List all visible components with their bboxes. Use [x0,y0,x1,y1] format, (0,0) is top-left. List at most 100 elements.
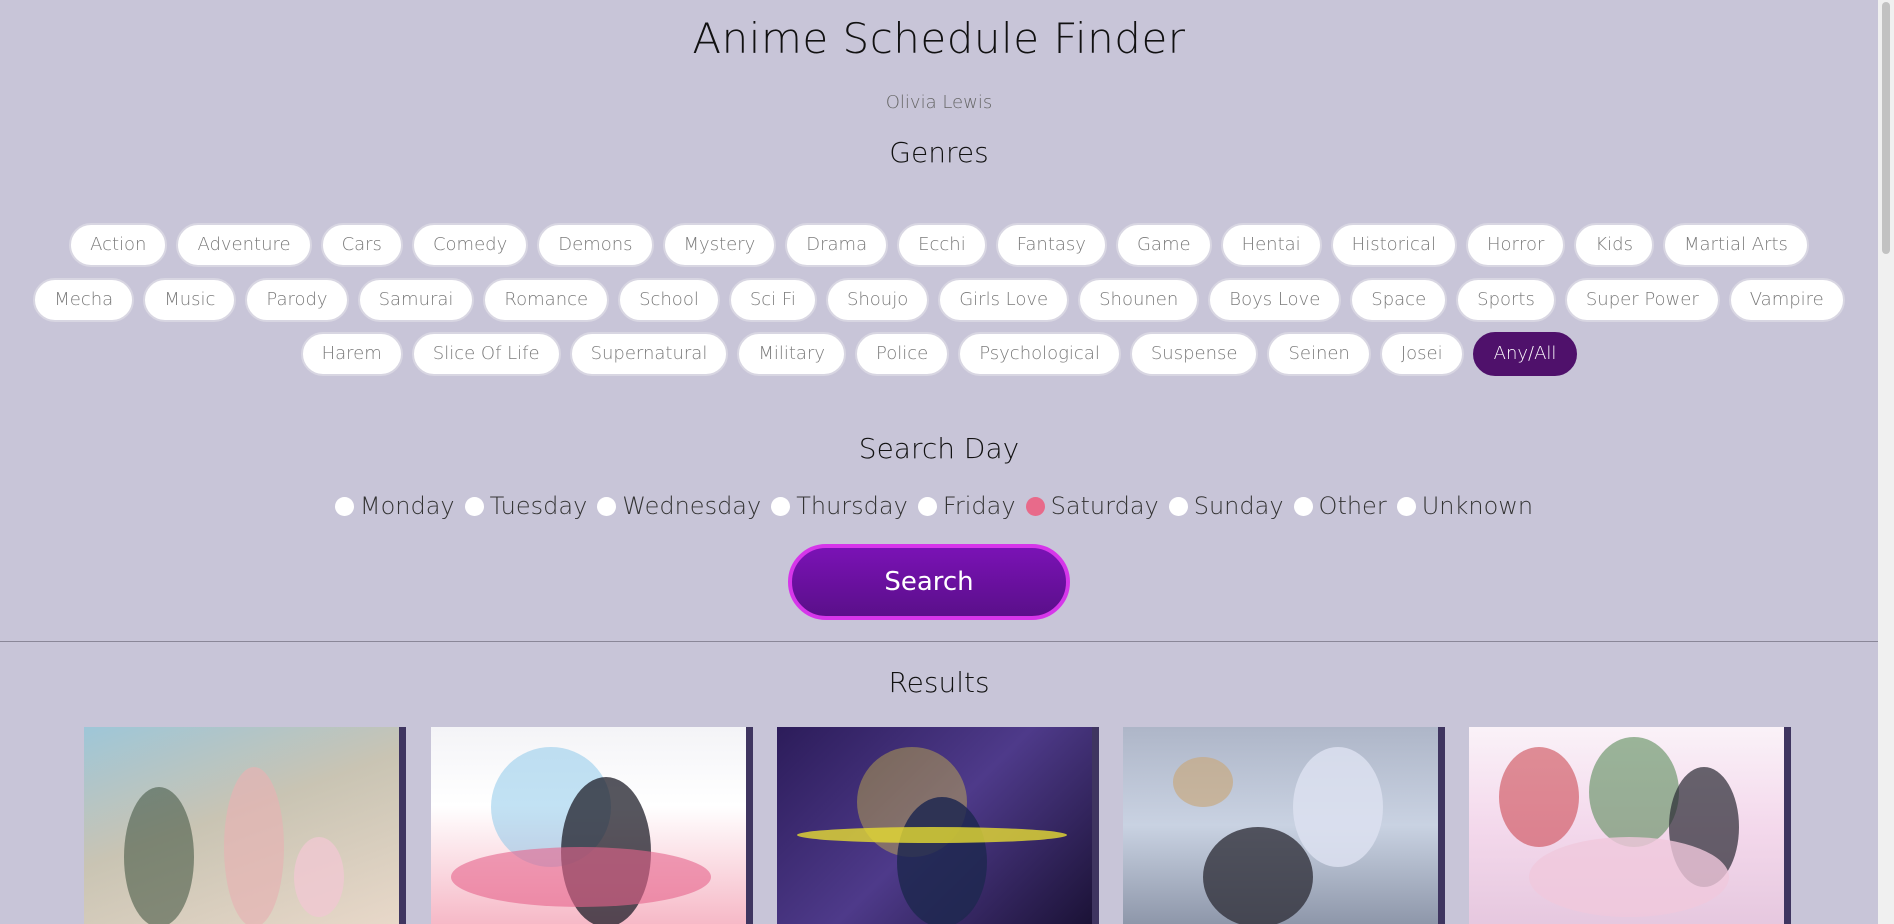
radio-button[interactable] [1293,496,1313,516]
result-card[interactable] [1123,727,1445,924]
results-grid [84,727,1796,924]
poster-art-shape [294,837,344,917]
day-option-other[interactable]: Other [1293,492,1387,520]
day-label: Other [1318,492,1387,520]
poster-art-shape [224,767,284,924]
genre-chip-horror[interactable]: Horror [1466,223,1566,267]
genre-chip-any-all[interactable]: Any/All [1472,332,1578,376]
poster-art-shape [1203,827,1313,924]
divider [0,641,1878,642]
genre-chip-cars[interactable]: Cars [320,223,403,267]
search-button[interactable]: Search [788,544,1070,620]
genre-chip-mecha[interactable]: Mecha [33,278,135,322]
genre-chip-demons[interactable]: Demons [537,223,654,267]
radio-button[interactable] [464,496,484,516]
genre-row-1: Action Adventure Cars Comedy Demons Mystery Dr… [0,223,1878,267]
anime-poster-image[interactable] [1123,727,1438,924]
result-card[interactable] [431,727,753,924]
anime-poster-image[interactable] [431,727,746,924]
day-radio-group: Monday Tuesday Wednesday Thursday Friday Satu… [0,492,1878,520]
genres-heading: Genres [889,136,989,169]
radio-button[interactable] [597,496,617,516]
genre-chip-girls-love[interactable]: Girls Love [938,278,1070,322]
anime-poster-image[interactable] [84,727,399,924]
genre-chip-police[interactable]: Police [855,332,950,376]
day-option-tuesday[interactable]: Tuesday [464,492,588,520]
poster-art-shape [897,797,987,924]
genre-chip-josei[interactable]: Josei [1379,332,1464,376]
search-day-heading: Search Day [858,432,1020,465]
day-option-sunday[interactable]: Sunday [1168,492,1284,520]
radio-button[interactable] [1396,496,1416,516]
genre-chip-vampire[interactable]: Vampire [1728,278,1845,322]
poster-art-shape [124,787,194,924]
anime-poster-image[interactable] [777,727,1092,924]
anime-poster-image[interactable] [1469,727,1784,924]
genre-chip-mystery[interactable]: Mystery [662,223,777,267]
scrollbar-thumb[interactable] [1882,2,1890,254]
result-card[interactable] [777,727,1099,924]
day-label: Wednesday [622,492,762,520]
genre-chip-kids[interactable]: Kids [1574,223,1654,267]
poster-art-shape [451,847,711,907]
radio-button[interactable] [917,496,937,516]
day-option-monday[interactable]: Monday [334,492,455,520]
genre-chip-boys-love[interactable]: Boys Love [1208,278,1342,322]
genre-chip-shounen[interactable]: Shounen [1078,278,1200,322]
genre-chip-adventure[interactable]: Adventure [176,223,312,267]
genre-chip-suspense[interactable]: Suspense [1129,332,1259,376]
day-option-saturday[interactable]: Saturday [1025,492,1159,520]
day-label: Sunday [1193,492,1284,520]
genre-chip-slice-of-life[interactable]: Slice Of Life [411,332,561,376]
poster-art-shape [1529,837,1729,917]
radio-button[interactable] [334,496,354,516]
genre-chip-super-power[interactable]: Super Power [1564,278,1720,322]
genre-chip-harem[interactable]: Harem [300,332,403,376]
radio-button[interactable] [1025,496,1045,516]
page: Anime Schedule Finder Olivia Lewis Genre… [0,0,1878,924]
day-label: Thursday [796,492,908,520]
results-heading: Results [888,666,990,699]
genre-chip-fantasy[interactable]: Fantasy [995,223,1107,267]
day-label: Unknown [1421,492,1534,520]
vertical-scrollbar[interactable] [1878,0,1894,924]
genre-chip-romance[interactable]: Romance [483,278,610,322]
genre-chip-drama[interactable]: Drama [785,223,889,267]
radio-button[interactable] [771,496,791,516]
result-card[interactable] [1469,727,1791,924]
genre-chip-comedy[interactable]: Comedy [411,223,529,267]
genre-chip-psychological[interactable]: Psychological [958,332,1121,376]
day-label: Saturday [1050,492,1159,520]
day-option-friday[interactable]: Friday [917,492,1016,520]
genre-row-2: Mecha Music Parody Samurai Romance School Sci … [0,278,1878,322]
genre-chip-seinen[interactable]: Seinen [1267,332,1371,376]
genre-row-3: Harem Slice Of Life Supernatural Military Po… [0,332,1878,376]
genre-chip-ecchi[interactable]: Ecchi [897,223,987,267]
genre-chip-space[interactable]: Space [1350,278,1448,322]
genre-chip-action[interactable]: Action [69,223,168,267]
genre-chip-sci-fi[interactable]: Sci Fi [728,278,817,322]
genre-chip-music[interactable]: Music [143,278,237,322]
genre-chip-game[interactable]: Game [1115,223,1212,267]
poster-art-shape [1499,747,1579,847]
genre-chip-historical[interactable]: Historical [1330,223,1457,267]
genre-chip-martial-arts[interactable]: Martial Arts [1662,223,1809,267]
day-option-thursday[interactable]: Thursday [771,492,908,520]
radio-button[interactable] [1168,496,1188,516]
day-option-unknown[interactable]: Unknown [1396,492,1534,520]
genre-chip-hentai[interactable]: Hentai [1220,223,1322,267]
genre-chip-parody[interactable]: Parody [245,278,349,322]
genre-chip-supernatural[interactable]: Supernatural [569,332,729,376]
genre-chip-shoujo[interactable]: Shoujo [825,278,930,322]
day-label: Tuesday [489,492,588,520]
genre-chip-military[interactable]: Military [737,332,847,376]
poster-art-shape [1173,757,1233,807]
genre-chip-school[interactable]: School [618,278,720,322]
day-option-wednesday[interactable]: Wednesday [597,492,761,520]
genre-chip-samurai[interactable]: Samurai [357,278,475,322]
genre-chip-sports[interactable]: Sports [1456,278,1556,322]
day-label: Friday [942,492,1016,520]
poster-art-shape [797,827,1067,843]
app-title: Anime Schedule Finder [692,14,1186,63]
result-card[interactable] [84,727,406,924]
